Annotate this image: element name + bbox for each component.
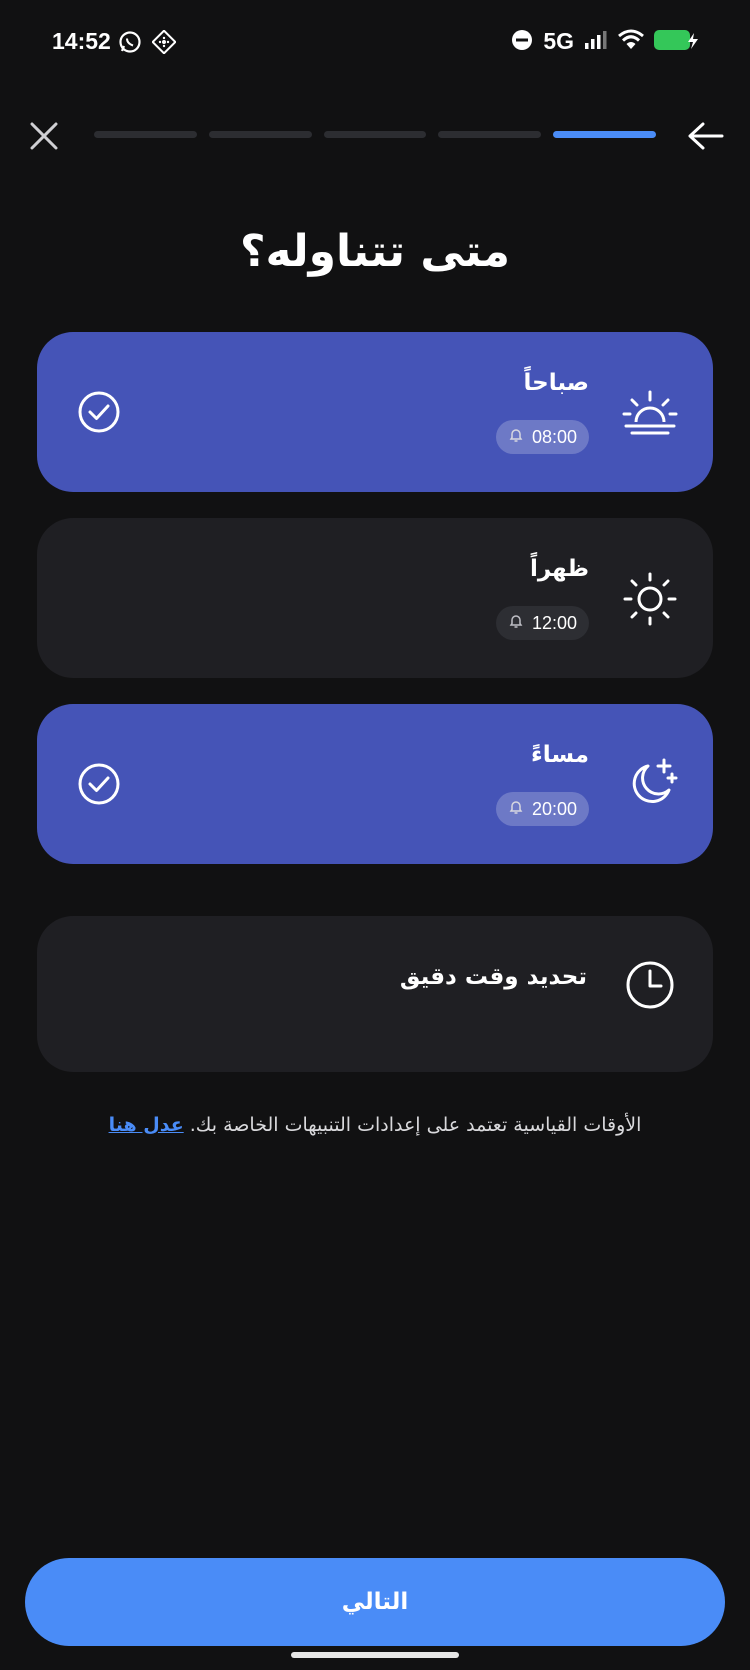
bell-icon <box>508 799 524 820</box>
option-title: ظهراً <box>529 556 589 582</box>
next-button[interactable]: التالي <box>25 1558 725 1646</box>
network-label: 5G <box>543 28 574 54</box>
check-circle-icon <box>77 762 121 806</box>
do-not-disturb-icon <box>511 29 533 55</box>
time-chip[interactable]: 08:00 <box>495 420 589 454</box>
back-button[interactable] <box>686 118 726 154</box>
option-morning[interactable]: صباحاً 08:00 <box>37 332 713 492</box>
time-chip[interactable]: 12:00 <box>495 606 589 640</box>
custom-time-label: تحديد وقت دقيق <box>399 964 587 990</box>
progress-segment <box>438 131 542 138</box>
option-title: مساءً <box>530 742 589 768</box>
bell-icon <box>508 613 524 634</box>
home-indicator <box>291 1652 459 1658</box>
option-title: صباحاً <box>523 370 589 396</box>
signal-icon <box>584 29 608 55</box>
clock-icon <box>621 956 679 1014</box>
time-value: 08:00 <box>531 426 577 447</box>
edit-here-link[interactable]: عدل هنا <box>109 1114 184 1136</box>
option-noon[interactable]: ظهراً 12:00 <box>37 518 713 678</box>
status-right: 5G <box>511 28 700 55</box>
status-time: 14:52 <box>52 28 111 54</box>
progress-segment <box>94 131 197 138</box>
progress-indicator <box>94 131 656 139</box>
status-left-icons <box>118 29 177 58</box>
close-button[interactable] <box>26 118 62 154</box>
battery-charging-icon <box>654 29 700 55</box>
progress-segment <box>323 131 427 138</box>
option-custom-time[interactable]: تحديد وقت دقيق <box>37 916 713 1072</box>
option-evening[interactable]: مساءً 20:00 <box>37 704 713 864</box>
time-value: 20:00 <box>531 798 577 819</box>
settings-note: الأوقات القياسية تعتمد على إعدادات التنب… <box>0 1114 750 1136</box>
time-chip[interactable]: 20:00 <box>495 792 589 826</box>
whatsapp-icon <box>118 30 142 58</box>
status-bar: 14:52 5G <box>0 0 750 86</box>
page-title: متى تتناوله؟ <box>239 226 511 277</box>
time-value: 12:00 <box>531 612 577 633</box>
progress-segment-active <box>553 131 656 138</box>
note-text: الأوقات القياسية تعتمد على إعدادات التنب… <box>189 1114 642 1136</box>
bell-icon <box>508 427 524 448</box>
sunrise-icon <box>621 384 679 442</box>
check-circle-icon <box>77 390 121 434</box>
app-notification-icon <box>151 29 177 58</box>
moon-star-icon <box>621 754 679 812</box>
progress-segment <box>208 131 312 138</box>
close-icon <box>30 122 58 150</box>
sun-icon <box>621 570 679 628</box>
wifi-icon <box>618 29 644 55</box>
top-navigation <box>0 110 750 160</box>
arrow-right-icon <box>688 122 724 150</box>
